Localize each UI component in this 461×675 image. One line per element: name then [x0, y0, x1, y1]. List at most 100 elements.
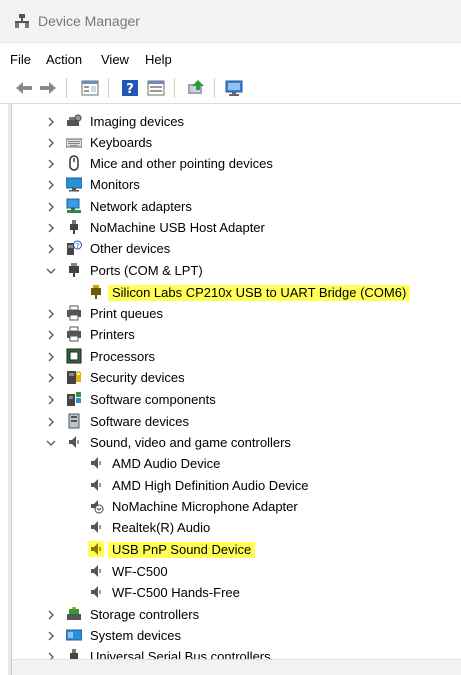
tree-item-software-devices[interactable]: Software devices — [0, 411, 461, 432]
tree-item-usb-controllers[interactable]: Universal Serial Bus controllers — [0, 646, 461, 659]
chevron-right-icon[interactable] — [45, 416, 57, 428]
menu-view[interactable]: View — [101, 52, 129, 67]
chevron-right-icon[interactable] — [45, 372, 57, 384]
tree-item-keyboards[interactable]: Keyboards — [0, 132, 461, 153]
chevron-right-icon[interactable] — [45, 201, 57, 213]
software-component-icon — [67, 392, 81, 406]
imaging-icon — [67, 114, 82, 126]
chevron-right-icon[interactable] — [45, 630, 57, 642]
tree-item-label: NoMachine Microphone Adapter — [112, 499, 298, 514]
chevron-right-icon[interactable] — [45, 394, 57, 406]
print-queue-icon — [67, 305, 81, 321]
window-title: Device Manager — [38, 13, 140, 29]
tree-item-ports[interactable]: Ports (COM & LPT) — [0, 260, 461, 281]
tree-item-label: Processors — [90, 349, 156, 364]
tree-item-label: Imaging devices — [90, 114, 184, 129]
port-icon — [69, 263, 79, 277]
tree-item-label: Ports (COM & LPT) — [90, 263, 203, 278]
system-device-icon — [66, 629, 82, 641]
tree-item-security-devices[interactable]: Security devices — [0, 367, 461, 388]
tree-item-wf-c500[interactable]: WF-C500 — [0, 561, 461, 582]
speaker-icon — [91, 457, 101, 469]
tree-item-monitors[interactable]: Monitors — [0, 174, 461, 195]
tree-item-storage-controllers[interactable]: Storage controllers — [0, 604, 461, 625]
tree-item-realtek-audio[interactable]: Realtek(R) Audio — [0, 517, 461, 538]
tree-item-label: Universal Serial Bus controllers — [90, 649, 271, 659]
tree-item-label: NoMachine USB Host Adapter — [90, 220, 265, 235]
chevron-right-icon[interactable] — [45, 609, 57, 621]
svg-text:?: ? — [126, 82, 134, 97]
back-arrow-icon[interactable] — [14, 78, 34, 98]
chevron-right-icon[interactable] — [45, 116, 57, 128]
tree-item-usb-pnp-sound[interactable]: USB PnP Sound Device — [0, 539, 461, 560]
speaker-icon — [91, 479, 101, 491]
title-bar: Device Manager — [0, 0, 461, 43]
tree-item-silicon-labs-cp210x[interactable]: Silicon Labs CP210x USB to UART Bridge (… — [0, 282, 461, 303]
scan-hardware-icon[interactable] — [224, 78, 244, 98]
tree-item-wf-c500-hands-free[interactable]: WF-C500 Hands-Free — [0, 582, 461, 603]
tree-item-label: Security devices — [90, 370, 185, 385]
software-device-icon — [68, 413, 80, 429]
tree-item-other-devices[interactable]: ? Other devices — [0, 238, 461, 259]
tree-item-label: Mice and other pointing devices — [90, 156, 273, 171]
menu-file[interactable]: File — [10, 52, 31, 67]
help-icon[interactable]: ? — [120, 78, 140, 98]
tree-item-system-devices[interactable]: System devices — [0, 625, 461, 646]
chevron-right-icon[interactable] — [45, 137, 57, 149]
highlighted-text: Silicon Labs CP210x USB to UART Bridge (… — [108, 285, 411, 301]
menu-action[interactable]: Action — [46, 52, 82, 67]
tree-item-amd-audio[interactable]: AMD Audio Device — [0, 453, 461, 474]
processor-icon — [66, 348, 82, 364]
tree-item-label: USB PnP Sound Device — [108, 541, 256, 558]
update-driver-icon[interactable] — [186, 78, 206, 98]
toolbar: ? — [0, 72, 461, 104]
tree-item-label: Silicon Labs CP210x USB to UART Bridge (… — [108, 284, 411, 301]
tree-item-printers[interactable]: Printers — [0, 324, 461, 345]
security-device-icon — [67, 371, 82, 384]
chevron-right-icon[interactable] — [45, 222, 57, 234]
device-manager-icon — [15, 14, 29, 28]
tree-item-label: Print queues — [90, 306, 163, 321]
tree-item-label: Realtek(R) Audio — [112, 520, 211, 535]
chevron-down-icon[interactable] — [45, 437, 57, 449]
tree-item-mice[interactable]: Mice and other pointing devices — [0, 153, 461, 174]
horizontal-scrollbar[interactable] — [12, 659, 461, 675]
menu-help[interactable]: Help — [145, 52, 172, 67]
tree-item-nomachine-usb-host[interactable]: NoMachine USB Host Adapter — [0, 217, 461, 238]
svg-text:?: ? — [76, 242, 80, 250]
tree-item-label: Monitors — [90, 177, 140, 192]
printer-icon — [67, 326, 81, 342]
tree-item-label: WF-C500 — [112, 564, 168, 579]
port-device-icon — [91, 285, 101, 299]
chevron-down-icon[interactable] — [45, 265, 57, 277]
tree-item-software-components[interactable]: Software components — [0, 389, 461, 410]
usb-icon — [70, 220, 78, 234]
speaker-icon — [88, 541, 104, 557]
chevron-right-icon[interactable] — [45, 308, 57, 320]
chevron-right-icon[interactable] — [45, 651, 57, 659]
chevron-right-icon[interactable] — [45, 351, 57, 363]
tree-item-label: Keyboards — [90, 135, 153, 150]
tree-item-label: Software devices — [90, 414, 189, 429]
speaker-icon — [69, 436, 79, 448]
forward-arrow-icon[interactable] — [38, 78, 58, 98]
properties-window-icon[interactable] — [80, 78, 100, 98]
mouse-icon — [69, 155, 79, 171]
tree-item-label: System devices — [90, 628, 182, 643]
chevron-right-icon[interactable] — [45, 179, 57, 191]
tree-item-imaging-devices[interactable]: Imaging devices — [0, 111, 461, 132]
chevron-right-icon[interactable] — [45, 158, 57, 170]
chevron-right-icon[interactable] — [45, 329, 57, 341]
chevron-right-icon[interactable] — [45, 243, 57, 255]
tree-item-sound-video-game[interactable]: Sound, video and game controllers — [0, 432, 461, 453]
tree-item-network-adapters[interactable]: Network adapters — [0, 196, 461, 217]
tree-item-label: Storage controllers — [90, 607, 200, 622]
tree-item-print-queues[interactable]: Print queues — [0, 303, 461, 324]
usb-controller-icon — [70, 649, 78, 659]
tree-item-amd-hd-audio[interactable]: AMD High Definition Audio Device — [0, 475, 461, 496]
view-pane-icon[interactable] — [146, 78, 166, 98]
speaker-icon — [91, 586, 101, 598]
tree-item-nomachine-mic[interactable]: NoMachine Microphone Adapter — [0, 496, 461, 517]
tree-item-processors[interactable]: Processors — [0, 346, 461, 367]
menu-bar: File Action View Help — [0, 44, 461, 72]
